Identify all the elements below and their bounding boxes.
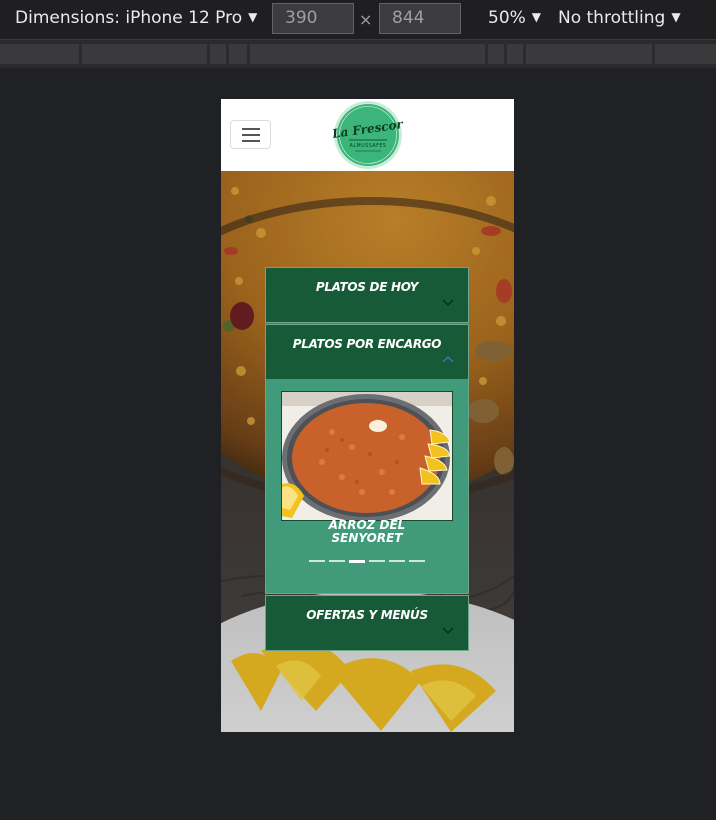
dish-carousel-image[interactable]: [281, 391, 453, 521]
accordion-item-platos-de-hoy[interactable]: PLATOS DE HOY: [265, 267, 469, 323]
restaurant-logo[interactable]: La Frescor ALMUSSAFES: [333, 100, 403, 170]
throttling-label: No throttling: [558, 8, 666, 28]
hero-background: PLATOS DE HOY PLATOS POR ENCARGO ARROZ D…: [221, 171, 514, 732]
media-query-bar[interactable]: [82, 44, 207, 64]
svg-text:ALMUSSAFES: ALMUSSAFES: [350, 143, 387, 149]
dimensions-label: Dimensions: iPhone 12 Pro: [15, 8, 243, 28]
chevron-down-icon: ▼: [671, 10, 681, 24]
menu-icon-line: [242, 134, 260, 136]
chevron-down-icon: [442, 627, 454, 635]
chevron-down-icon: [442, 299, 454, 307]
menu-icon: [242, 128, 260, 130]
zoom-dropdown[interactable]: 50% ▼: [488, 8, 541, 28]
media-query-bar[interactable]: [250, 44, 485, 64]
menu-accordion: PLATOS DE HOY PLATOS POR ENCARGO ARROZ D…: [265, 267, 469, 652]
media-query-bar[interactable]: [655, 44, 716, 64]
accordion-title: PLATOS POR ENCARGO: [292, 337, 442, 351]
carousel-dot[interactable]: [409, 560, 425, 562]
menu-icon-line: [242, 140, 260, 142]
media-query-bar[interactable]: [507, 44, 523, 64]
height-input[interactable]: 844: [379, 3, 461, 34]
accordion-body: ARROZ DEL SENYORET: [266, 379, 468, 593]
accordion-header[interactable]: PLATOS DE HOY: [266, 268, 468, 322]
media-query-bar[interactable]: [229, 44, 247, 64]
accordion-item-ofertas-y-menus[interactable]: OFERTAS Y MENÚS: [265, 595, 469, 651]
zoom-label: 50%: [488, 8, 526, 28]
more-options-icon[interactable]: ⋮: [710, 8, 716, 28]
device-viewport: La Frescor ALMUSSAFES PLATOS DE HOY PLAT…: [221, 99, 514, 732]
accordion-title: PLATOS DE HOY: [315, 280, 419, 294]
menu-toggle-button[interactable]: [230, 120, 271, 149]
carousel-dot[interactable]: [369, 560, 385, 562]
throttling-dropdown[interactable]: No throttling ▼: [558, 8, 681, 28]
dimensions-dropdown[interactable]: Dimensions: iPhone 12 Pro ▼: [15, 8, 257, 28]
media-query-bar[interactable]: [210, 44, 226, 64]
dish-caption: ARROZ DEL SENYORET: [266, 519, 468, 545]
media-query-bar[interactable]: [526, 44, 652, 64]
carousel-dot-active[interactable]: [349, 559, 365, 563]
dish-caption-text: ARROZ DEL SENYORET: [328, 518, 406, 545]
accordion-header[interactable]: OFERTAS Y MENÚS: [266, 596, 468, 650]
chevron-down-icon: ▼: [248, 10, 258, 24]
chevron-down-icon: ▼: [531, 10, 542, 24]
carousel-dot[interactable]: [309, 560, 325, 562]
dimension-separator: ×: [359, 10, 373, 29]
site-header: La Frescor ALMUSSAFES: [221, 99, 514, 171]
accordion-title: OFERTAS Y MENÚS: [306, 608, 428, 622]
width-input[interactable]: 390: [272, 3, 354, 34]
carousel-dot[interactable]: [329, 560, 345, 562]
accordion-header[interactable]: PLATOS POR ENCARGO: [266, 325, 468, 379]
carousel-dot[interactable]: [389, 560, 405, 562]
accordion-item-platos-por-encargo[interactable]: PLATOS POR ENCARGO ARROZ DEL SENYORET: [265, 324, 469, 594]
media-query-ruler: [0, 40, 716, 68]
media-query-bar[interactable]: [0, 44, 79, 64]
chevron-up-icon: [442, 355, 454, 363]
arroz-del-senyoret-photo: [282, 392, 452, 520]
media-query-bar[interactable]: [488, 44, 504, 64]
devtools-device-toolbar: Dimensions: iPhone 12 Pro ▼ 390 × 844 50%…: [0, 0, 716, 40]
